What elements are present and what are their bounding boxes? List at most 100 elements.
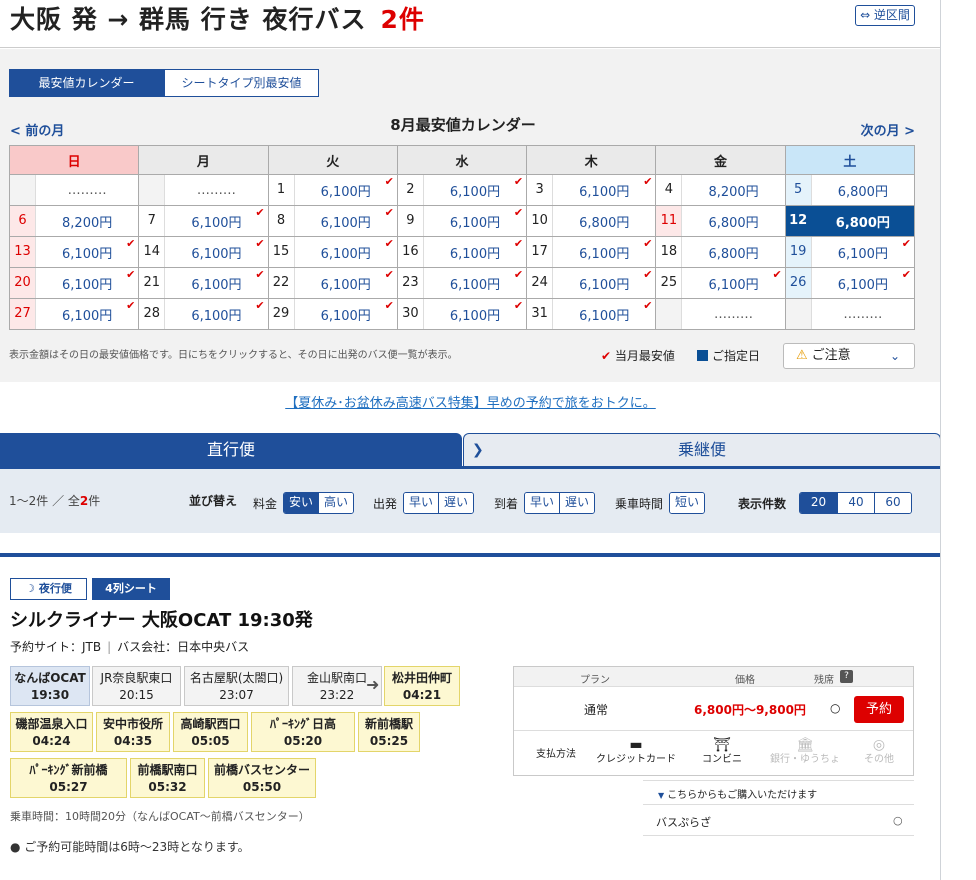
calendar-day-price: ………: [67, 182, 107, 198]
calendar-day-price: ………: [714, 306, 754, 322]
calendar-day-content: 6 8,200円: [10, 206, 138, 236]
count-20[interactable]: 20: [800, 493, 838, 513]
calendar-day-number: 20: [10, 268, 36, 298]
tab-seat-type-lowest[interactable]: シートタイプ別最安値: [164, 69, 319, 97]
calendar-day-price: 6,100円: [579, 246, 630, 262]
calendar-day-price: 6,800円: [811, 211, 914, 231]
calendar-section: 最安値カレンダー シートタイプ別最安値 < 前の月 8月最安値カレンダー 次の月…: [0, 49, 941, 382]
calendar-day: ………: [138, 174, 269, 206]
calendar-day-number: 21: [139, 268, 166, 298]
calendar-day[interactable]: 28 6,100円 ✔: [138, 298, 269, 330]
calendar-day[interactable]: 13 6,100円 ✔: [8, 236, 140, 268]
next-month-link[interactable]: 次の月 >: [861, 120, 915, 139]
bus-stop-time: 05:27: [49, 780, 88, 794]
calendar-day[interactable]: 27 6,100円 ✔: [8, 298, 140, 330]
calendar-day-price: 6,100円: [837, 246, 888, 262]
calendar-tabs: 最安値カレンダー シートタイプ別最安値: [9, 69, 319, 97]
lowest-price-check-icon: ✔: [255, 206, 265, 219]
range-text: 1〜2件 ／ 全: [9, 494, 80, 508]
sort-dep-late[interactable]: 遅い: [438, 493, 474, 513]
calendar-day[interactable]: 29 6,100円 ✔: [267, 298, 398, 330]
sort-price-high[interactable]: 高い: [318, 493, 354, 513]
lowest-price-check-icon: ✔: [126, 268, 136, 281]
tab-transfer[interactable]: ❯ 乗継便: [463, 433, 941, 466]
reverse-route-button[interactable]: ⇔ 逆区間: [855, 5, 915, 26]
calendar-day[interactable]: 19 6,100円 ✔: [784, 236, 916, 268]
calendar-day-content: 28 6,100円 ✔: [139, 299, 267, 329]
pay-bank-label: 銀行・ゆうちょ: [770, 754, 840, 765]
legend-lowest-label: 当月最安値: [614, 349, 675, 363]
sort-label-text: 並び替え: [189, 494, 238, 508]
tab-direct[interactable]: 直行便: [0, 433, 462, 466]
calendar-day-number: 1: [269, 175, 295, 205]
sort-duration: 乗車時間 短い: [615, 492, 706, 514]
calendar-day-price: 6,100円: [449, 184, 501, 200]
count-60[interactable]: 60: [874, 493, 912, 513]
calendar-day[interactable]: 22 6,100円 ✔: [267, 267, 398, 299]
calendar-day[interactable]: 11 6,800円: [655, 205, 786, 237]
display-count: 表示件数 20 40 60: [738, 492, 913, 514]
bus-company: バス会社：日本中央バス: [117, 640, 250, 654]
calendar-day-content: 17 6,100円 ✔: [527, 237, 655, 267]
calendar-day[interactable]: 25 6,100円 ✔: [655, 267, 786, 299]
bus-title[interactable]: シルクライナー 大阪OCAT 19:30発: [10, 606, 313, 632]
calendar-day[interactable]: 30 6,100円 ✔: [396, 298, 528, 330]
calendar-day[interactable]: 4 8,200円: [655, 174, 786, 206]
calendar-day[interactable]: 7 6,100円 ✔: [138, 205, 269, 237]
pay-credit-label: クレジットカード: [596, 754, 676, 765]
calendar-day[interactable]: 23 6,100円 ✔: [396, 267, 528, 299]
selected-square-icon: [697, 350, 708, 361]
calendar-day[interactable]: 6 8,200円: [8, 205, 140, 237]
sort-arr-early[interactable]: 早い: [525, 493, 560, 513]
calendar-day[interactable]: 12 6,800円: [784, 205, 916, 237]
bus-stop-name: なんばOCAT: [14, 671, 86, 685]
seat-availability: ○: [830, 701, 841, 715]
calendar-day-number: 8: [269, 206, 295, 236]
lowest-price-check-icon: ✔: [901, 237, 911, 250]
lowest-price-check-icon: ✔: [384, 175, 394, 188]
calendar-day[interactable]: 9 6,100円 ✔: [396, 205, 528, 237]
result-count: 2件: [380, 5, 425, 34]
plan-name: 通常: [584, 703, 609, 717]
calendar-day[interactable]: 15 6,100円 ✔: [267, 236, 398, 268]
calendar-day-number: [139, 175, 166, 205]
sort-time-short[interactable]: 短い: [670, 493, 705, 513]
calendar-day[interactable]: 31 6,100円 ✔: [526, 298, 657, 330]
calendar-day[interactable]: 3 6,100円 ✔: [526, 174, 657, 206]
calendar-body: ……………… 1 6,100円 ✔ 2 6,100円 ✔ 3 6,100円 ✔ 4 8,200円 5 6,…: [8, 174, 916, 330]
also-purchase[interactable]: ▼ こちらからもご購入いただけます: [658, 786, 817, 801]
sort-price-low[interactable]: 安い: [284, 493, 319, 513]
calendar-day[interactable]: 18 6,800円: [655, 236, 786, 268]
calendar-day-number: 24: [527, 268, 554, 298]
calendar-day[interactable]: 14 6,100円 ✔: [138, 236, 269, 268]
price-calendar: 日 月 火 水 木 金 土 ……………… 1 6,100円 ✔ 2 6,100円 ✔ 3 6,1…: [8, 145, 916, 330]
count-40[interactable]: 40: [837, 493, 875, 513]
calendar-day[interactable]: 2 6,100円 ✔: [396, 174, 528, 206]
bus-stop-name: ﾊﾟｰｷﾝｸﾞ新前橋: [29, 763, 108, 777]
calendar-day[interactable]: 1 6,100円 ✔: [267, 174, 398, 206]
lowest-price-check-icon: ✔: [513, 268, 524, 281]
tab-lowest-calendar[interactable]: 最安値カレンダー: [9, 69, 164, 97]
bus-stop: ﾊﾟｰｷﾝｸﾞ新前橋 05:27: [10, 758, 127, 798]
help-icon[interactable]: ?: [840, 670, 853, 683]
lowest-price-check-icon: ✔: [513, 237, 524, 250]
calendar-day[interactable]: 10 6,800円: [526, 205, 657, 237]
calendar-day[interactable]: 16 6,100円 ✔: [396, 236, 528, 268]
calendar-day[interactable]: 20 6,100円 ✔: [8, 267, 140, 299]
arrow-right-icon: ➜: [366, 675, 380, 694]
other-site-name[interactable]: バスぷらざ: [656, 814, 711, 830]
caution-dropdown[interactable]: ⚠ ご注意 ⌄: [783, 343, 915, 369]
calendar-day[interactable]: 17 6,100円 ✔: [526, 236, 657, 268]
sort-dep-early[interactable]: 早い: [404, 493, 439, 513]
calendar-day-price: 6,100円: [191, 246, 242, 262]
calendar-day[interactable]: 5 6,800円: [784, 174, 916, 206]
calendar-day[interactable]: 24 6,100円 ✔: [526, 267, 657, 299]
weekday-thu: 木: [526, 145, 657, 175]
calendar-day[interactable]: 21 6,100円 ✔: [138, 267, 269, 299]
calendar-day[interactable]: 26 6,100円 ✔: [784, 267, 916, 299]
promo-link[interactable]: 【夏休み･お盆休み高速バス特集】早めの予約で旅をおトクに。: [0, 392, 941, 411]
reserve-button[interactable]: 予約: [854, 696, 904, 723]
sort-arr-late[interactable]: 遅い: [559, 493, 595, 513]
calendar-day[interactable]: 8 6,100円 ✔: [267, 205, 398, 237]
bus-stop: 高崎駅西口 05:05: [173, 712, 248, 752]
